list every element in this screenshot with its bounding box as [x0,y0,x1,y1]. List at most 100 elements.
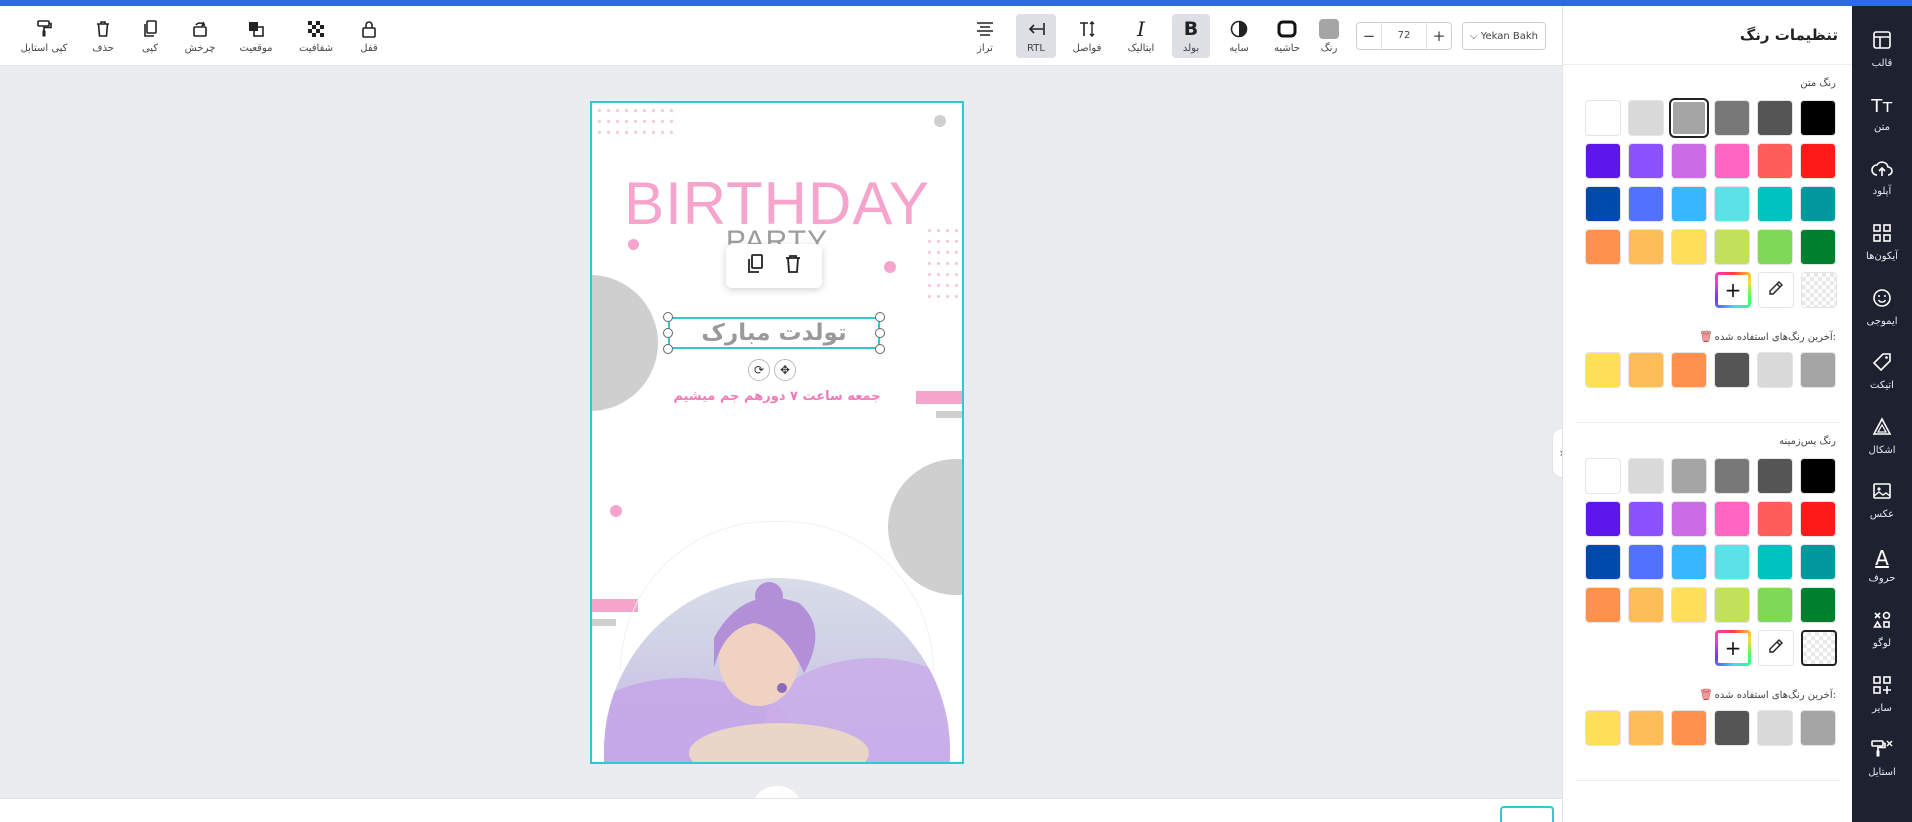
color-swatch[interactable] [1800,143,1836,179]
page-thumbnail[interactable] [1500,806,1554,822]
spacing-button[interactable]: فواصل [1070,14,1104,58]
sidebar-item-letter[interactable]: A حروف [1852,536,1912,594]
bold-button[interactable]: B بولد [1172,14,1210,58]
event-subtext[interactable]: جمعه ساعت ۷ دورهم جم میشیم [592,389,962,404]
decrease-size-button[interactable]: − [1357,27,1381,45]
italic-button[interactable]: I ایتالیک [1124,14,1158,58]
color-swatch[interactable] [1585,458,1621,494]
transparent-color-swatch[interactable] [1801,272,1837,308]
sidebar-item-tag[interactable]: اتیکت [1852,343,1912,401]
add-color-button[interactable]: + [1715,272,1751,308]
color-swatch[interactable] [1585,229,1621,265]
sidebar-item-logo[interactable]: لوگو [1852,601,1912,659]
resize-handle[interactable] [663,344,673,354]
color-swatch[interactable] [1671,229,1707,265]
color-swatch[interactable] [1757,186,1793,222]
sidebar-item-image[interactable]: عکس [1852,472,1912,530]
color-swatch[interactable] [1585,710,1621,746]
duplicate-icon[interactable] [746,254,764,278]
color-swatch[interactable] [1628,458,1664,494]
resize-handle[interactable] [663,328,673,338]
sidebar-item-shapes[interactable]: اشکال [1852,407,1912,465]
color-swatch[interactable] [1714,587,1750,623]
font-family-select[interactable]: ⌵ Yekan Bakh [1462,22,1546,50]
copy-button[interactable]: کپی [134,14,166,58]
color-swatch[interactable] [1671,501,1707,537]
color-swatch[interactable] [1628,186,1664,222]
color-swatch[interactable] [1757,229,1793,265]
shadow-button[interactable]: سایه [1224,14,1254,58]
color-swatch[interactable] [1800,100,1836,136]
color-swatch[interactable] [1628,229,1664,265]
resize-handle[interactable] [875,344,885,354]
sidebar-item-more[interactable]: سایر [1852,665,1912,723]
color-swatch[interactable] [1585,544,1621,580]
lock-button[interactable]: قفل [354,14,384,58]
color-swatch[interactable] [1757,501,1793,537]
color-swatch[interactable] [1714,501,1750,537]
color-swatch[interactable] [1585,143,1621,179]
color-swatch[interactable] [1714,143,1750,179]
sidebar-item-emoji[interactable]: ایموجی [1852,278,1912,336]
transparent-color-swatch[interactable] [1801,630,1837,666]
color-swatch[interactable] [1628,587,1664,623]
trash-icon[interactable] [784,254,802,278]
sidebar-item-text[interactable]: Tт متن [1852,85,1912,143]
resize-handle[interactable] [875,312,885,322]
color-swatch[interactable] [1671,186,1707,222]
sidebar-item-template[interactable]: قالب [1852,20,1912,78]
color-swatch[interactable] [1628,143,1664,179]
color-swatch[interactable] [1800,544,1836,580]
color-swatch[interactable] [1800,501,1836,537]
color-swatch[interactable] [1714,352,1750,388]
align-button[interactable]: تراز [970,14,1000,58]
color-swatch[interactable] [1757,587,1793,623]
clear-recent-icon[interactable]: 🗑 [1699,688,1713,701]
color-swatch[interactable] [1714,229,1750,265]
color-swatch[interactable] [1671,143,1707,179]
color-swatch[interactable] [1671,587,1707,623]
color-swatch[interactable] [1714,710,1750,746]
resize-handle[interactable] [663,312,673,322]
add-color-button[interactable]: + [1715,630,1751,666]
color-button[interactable]: رنگ [1316,14,1342,58]
color-swatch[interactable] [1628,710,1664,746]
color-swatch[interactable] [1714,544,1750,580]
color-swatch[interactable] [1800,458,1836,494]
color-swatch[interactable] [1671,352,1707,388]
color-swatch[interactable] [1671,544,1707,580]
color-swatch[interactable] [1671,458,1707,494]
opacity-button[interactable]: شفافیت [296,14,336,58]
color-swatch[interactable] [1800,229,1836,265]
color-swatch[interactable] [1714,186,1750,222]
color-swatch[interactable] [1757,544,1793,580]
color-swatch[interactable] [1628,501,1664,537]
color-swatch[interactable] [1800,186,1836,222]
color-swatch[interactable] [1757,100,1793,136]
sidebar-item-upload[interactable]: آپلود [1852,149,1912,207]
color-swatch[interactable] [1714,458,1750,494]
color-swatch[interactable] [1628,100,1664,136]
rotate-handle-icon[interactable]: ⟳ [748,359,770,381]
font-size-value[interactable]: 72 [1381,23,1427,49]
color-swatch[interactable] [1714,100,1750,136]
sidebar-item-style[interactable]: استایل [1852,730,1912,788]
design-canvas[interactable]: BIRTHDAY PARTY تولدت مبارک ⟳ ✥ جمعه ساعت… [590,101,964,764]
resize-handle[interactable] [875,328,885,338]
color-swatch[interactable] [1585,100,1621,136]
color-swatch[interactable] [1757,352,1793,388]
color-swatch[interactable] [1800,587,1836,623]
color-swatch[interactable] [1800,710,1836,746]
color-swatch[interactable] [1628,352,1664,388]
color-swatch[interactable] [1585,186,1621,222]
sidebar-item-grid[interactable]: آیکون‌ها [1852,214,1912,272]
color-swatch[interactable] [1757,458,1793,494]
copy-style-button[interactable]: کپی استایل [16,14,72,58]
rtl-button[interactable]: RTL [1016,14,1056,58]
clear-recent-icon[interactable]: 🗑 [1699,330,1713,343]
increase-size-button[interactable]: + [1427,27,1451,45]
move-handle-icon[interactable]: ✥ [774,359,796,381]
color-swatch[interactable] [1585,501,1621,537]
color-swatch[interactable] [1628,544,1664,580]
rotate-button[interactable]: چرخش [182,14,218,58]
